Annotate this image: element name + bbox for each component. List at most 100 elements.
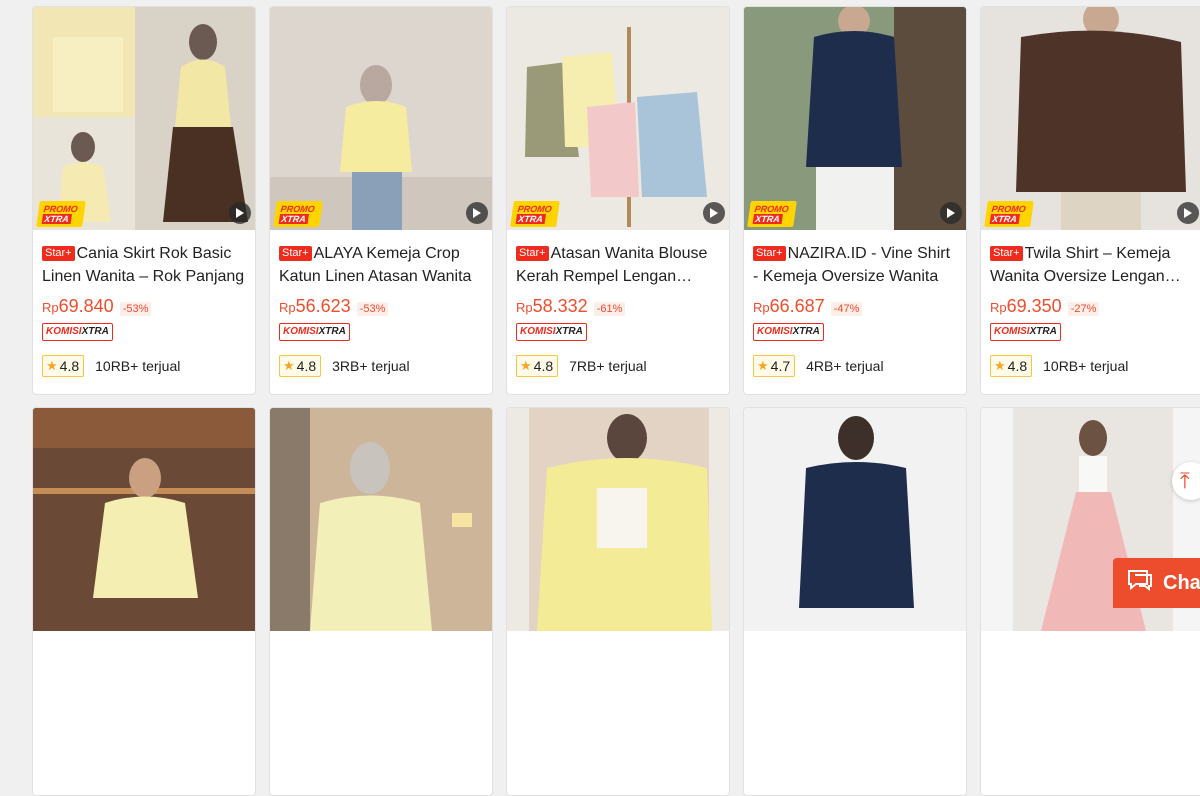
price: Rp 66.687 -47%	[753, 296, 957, 317]
discount-badge: -27%	[1067, 302, 1100, 316]
product-image[interactable]: PROMO XTRA	[507, 7, 729, 230]
product-photo	[270, 408, 492, 631]
rating-value: 4.7	[770, 358, 791, 374]
play-video-icon[interactable]	[940, 202, 962, 224]
xtra-label: XTRA	[752, 214, 783, 224]
chat-icon	[1127, 569, 1153, 597]
komisi-xtra-label: XTRA	[792, 326, 820, 337]
star-icon: ★	[46, 358, 58, 373]
discount-badge: -53%	[119, 302, 152, 316]
product-image[interactable]: PROMO XTRA	[744, 7, 966, 230]
star-plus-badge: Star+	[753, 246, 786, 261]
promo-label: PROMO	[754, 204, 790, 214]
product-card[interactable]: PROMO XTRA Star+ Twila Shirt – Kemeja Wan…	[980, 6, 1200, 395]
product-title[interactable]: Star+ Atasan Wanita Blouse Kerah Rempel L…	[516, 242, 720, 288]
product-card[interactable]: PROMO XTRA Star+ ALAYA Kemeja Crop Katun …	[269, 6, 493, 395]
product-image[interactable]: PROMO XTRA	[33, 7, 255, 230]
price: Rp 58.332 -61%	[516, 296, 720, 317]
price-amount: 66.687	[769, 296, 825, 316]
promo-xtra-badge: PROMO XTRA	[510, 201, 560, 227]
komisi-label: KOMISI	[520, 326, 556, 337]
price-amount: 58.332	[532, 296, 588, 316]
promo-xtra-badge: PROMO XTRA	[984, 201, 1034, 227]
product-photo	[33, 408, 255, 631]
price: Rp 56.623 -53%	[279, 296, 483, 317]
product-image[interactable]: PROMO XTRA	[270, 7, 492, 230]
star-plus-badge: Star+	[279, 246, 312, 261]
komisi-xtra-badge: KOMISI XTRA	[42, 323, 113, 341]
meta-row: ★ 4.8 7RB+ terjual	[516, 355, 720, 377]
xtra-label: XTRA	[515, 214, 546, 224]
komisi-xtra-badge: KOMISI XTRA	[753, 323, 824, 341]
play-video-icon[interactable]	[703, 202, 725, 224]
play-video-icon[interactable]	[466, 202, 488, 224]
star-plus-badge: Star+	[42, 246, 75, 261]
promo-label: PROMO	[280, 204, 316, 214]
product-grid: PROMO XTRA Star+ Cania Skirt Rok Basic Li…	[32, 6, 1200, 796]
meta-row: ★ 4.8 10RB+ terjual	[990, 355, 1194, 377]
chat-label: Cha	[1163, 571, 1200, 594]
promo-label: PROMO	[517, 204, 553, 214]
sold-count: 3RB+ terjual	[332, 358, 410, 374]
xtra-label: XTRA	[278, 214, 309, 224]
product-image[interactable]: PROMO XTRA	[981, 7, 1200, 230]
star-plus-badge: Star+	[516, 246, 549, 261]
product-title[interactable]: Star+ Twila Shirt – Kemeja Wanita Oversiz…	[990, 242, 1194, 288]
product-photo	[744, 7, 966, 230]
sold-count: 7RB+ terjual	[569, 358, 647, 374]
komisi-label: KOMISI	[46, 326, 82, 337]
discount-badge: -61%	[593, 302, 626, 316]
rating-value: 4.8	[533, 358, 554, 374]
product-card[interactable]: PROMO XTRA Star+ NAZIRA.ID - Vine Shirt -…	[743, 6, 967, 395]
product-photo	[270, 7, 492, 230]
komisi-xtra-badge: KOMISI XTRA	[990, 323, 1061, 341]
chat-button[interactable]: Cha	[1113, 558, 1200, 608]
product-photo	[981, 7, 1200, 230]
price-amount: 56.623	[295, 296, 351, 316]
product-image[interactable]	[270, 408, 492, 631]
product-title[interactable]: Star+ Cania Skirt Rok Basic Linen Wanita …	[42, 242, 246, 288]
komisi-label: KOMISI	[283, 326, 319, 337]
product-title[interactable]: Star+ NAZIRA.ID - Vine Shirt - Kemeja Ove…	[753, 242, 957, 288]
price: Rp 69.350 -27%	[990, 296, 1194, 317]
meta-row: ★ 4.7 4RB+ terjual	[753, 355, 957, 377]
price-amount: 69.350	[1006, 296, 1062, 316]
product-title[interactable]: Star+ ALAYA Kemeja Crop Katun Linen Atasa…	[279, 242, 483, 288]
komisi-xtra-label: XTRA	[1029, 326, 1057, 337]
product-photo	[744, 408, 966, 631]
komisi-xtra-label: XTRA	[555, 326, 583, 337]
discount-badge: -47%	[830, 302, 863, 316]
star-icon: ★	[757, 358, 769, 373]
rating-value: 4.8	[296, 358, 317, 374]
rating-value: 4.8	[1007, 358, 1028, 374]
komisi-xtra-badge: KOMISI XTRA	[516, 323, 587, 341]
star-plus-badge: Star+	[990, 246, 1023, 261]
currency: Rp	[753, 300, 770, 315]
discount-badge: -53%	[356, 302, 389, 316]
sold-count: 10RB+ terjual	[1043, 358, 1129, 374]
play-video-icon[interactable]	[1177, 202, 1199, 224]
product-photo	[33, 7, 255, 230]
product-image[interactable]	[744, 408, 966, 631]
product-card[interactable]: PROMO XTRA Star+ Atasan Wanita Blouse Ker…	[506, 6, 730, 395]
product-image[interactable]	[33, 408, 255, 631]
rating-badge: ★ 4.8	[42, 355, 85, 377]
currency: Rp	[516, 300, 533, 315]
xtra-label: XTRA	[989, 214, 1020, 224]
meta-row: ★ 4.8 3RB+ terjual	[279, 355, 483, 377]
play-video-icon[interactable]	[229, 202, 251, 224]
product-card[interactable]: PROMO XTRA Star+ Cania Skirt Rok Basic Li…	[32, 6, 256, 395]
komisi-xtra-badge: KOMISI XTRA	[279, 323, 350, 341]
product-photo	[507, 408, 729, 631]
product-image[interactable]	[507, 408, 729, 631]
currency: Rp	[42, 300, 59, 315]
currency: Rp	[279, 300, 296, 315]
promo-label: PROMO	[43, 204, 79, 214]
sold-count: 4RB+ terjual	[806, 358, 884, 374]
xtra-label: XTRA	[41, 214, 72, 224]
promo-xtra-badge: PROMO XTRA	[747, 201, 797, 227]
price: Rp 69.840 -53%	[42, 296, 246, 317]
rating-badge: ★ 4.8	[516, 355, 559, 377]
star-icon: ★	[520, 358, 532, 373]
komisi-xtra-label: XTRA	[318, 326, 346, 337]
